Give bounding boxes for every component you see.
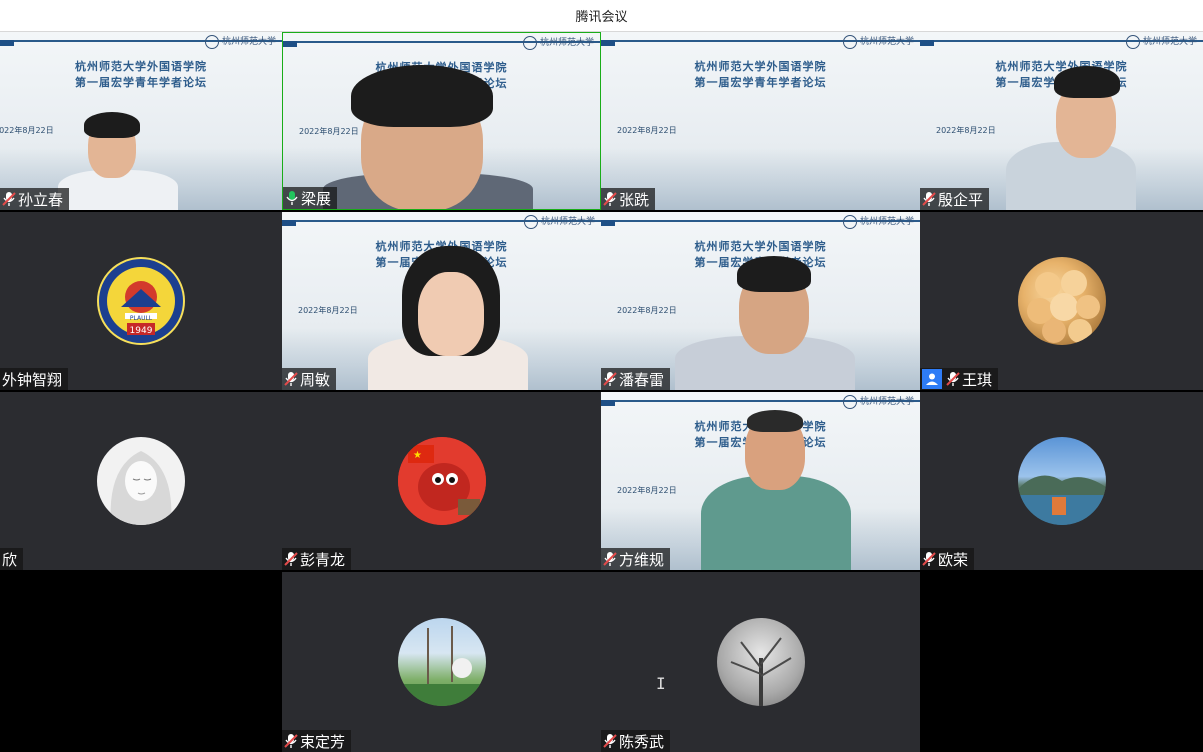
university-logo: 杭州师范大学 [204,34,276,49]
participant-label: 殷企平 [920,188,990,210]
participant-label: 王琪 [920,368,999,390]
participant-label: 潘春雷 [601,368,671,390]
participant-label: 束定芳 [282,730,352,752]
video-tile-zhong-zhixiang[interactable]: 1949 PLAULL 外钟智翔 [0,212,282,390]
mic-muted-icon [922,551,936,567]
video-grid: 杭州师范大学 杭州师范大学外国语学院 第一届宏学青年学者论坛 2022年8月22… [0,32,1203,752]
participant-label: 欣 [0,548,24,570]
window-title: 腾讯会议 [575,10,628,25]
participant-label: 周敏 [282,368,337,390]
participant-label: 陈秀武 [601,730,671,752]
video-tile-yin-qiping[interactable]: 杭州师范大学 杭州师范大学外国语学院 第一届宏学青年学者论坛 2022年8月22… [920,32,1203,210]
participant-label: 孙立春 [0,188,70,210]
mic-muted-icon [603,371,617,387]
landscape-avatar [1017,437,1106,525]
mic-muted-icon [603,191,617,207]
title-bar[interactable]: 腾讯会议 [0,0,1203,32]
video-tile-chen-xiuwu[interactable]: 陈秀武 [601,572,920,752]
empty-tile [920,572,1203,752]
slide-date: 2022年8月22日 [0,126,54,135]
video-tile-fang-weigui[interactable]: 杭州师范大学 杭州师范大学外国语学院 第一届宏学青年学者论坛 2022年8月22… [601,392,920,570]
participant-label: 欧荣 [920,548,975,570]
participant-label: 方维规 [601,548,671,570]
video-tile-xin[interactable]: 欣 [0,392,282,570]
mic-active-icon [285,190,299,206]
user-badge-icon [922,369,942,389]
mic-muted-icon [284,733,298,749]
cartoon-avatar: ★ [397,437,486,525]
slide-subtitle: 第一届宏学青年学者论坛 [75,76,207,89]
video-tile-ou-rong[interactable]: 欧荣 [920,392,1203,570]
painting-avatar [397,618,486,706]
text-cursor-icon: I [656,674,666,693]
roses-avatar [1017,257,1106,345]
video-tile-wang-qi[interactable]: 王琪 [920,212,1203,390]
video-tile-shu-dingfang[interactable]: 束定芳 [282,572,601,752]
participant-label: 外钟智翔 [0,368,69,390]
tree-avatar [716,618,805,706]
video-tile-liang-zhan[interactable]: 杭州师范大学 杭州师范大学外国语学院 第一届宏学青年学者论坛 2022年8月22… [282,32,601,210]
mic-muted-icon [922,191,936,207]
video-tile-zhang-xian[interactable]: 杭州师范大学 杭州师范大学外国语学院 第一届宏学青年学者论坛 2022年8月22… [601,32,920,210]
slide-title: 杭州师范大学外国语学院 [75,60,207,73]
empty-tile [0,572,282,752]
mic-muted-icon [603,551,617,567]
svg-text:★: ★ [413,450,422,461]
mic-muted-icon [603,733,617,749]
svg-text:PLAULL: PLAULL [130,315,153,322]
mic-muted-icon [284,551,298,567]
video-tile-zhou-min[interactable]: 杭州师范大学 杭州师范大学外国语学院 第一届宏学青年学者论坛 2022年8月22… [282,212,601,390]
participant-label: 梁展 [283,187,338,209]
svg-text:1949: 1949 [130,326,153,336]
emblem-avatar: 1949 PLAULL [97,257,185,345]
video-tile-peng-qinglong[interactable]: ★ 彭青龙 [282,392,601,570]
mic-muted-icon [2,191,16,207]
mic-muted-icon [946,371,960,387]
participant-label: 彭青龙 [282,548,352,570]
shared-slide: 杭州师范大学 杭州师范大学外国语学院 第一届宏学青年学者论坛 2022年8月22… [601,32,920,210]
mic-muted-icon [284,371,298,387]
video-tile-sun-lichun[interactable]: 杭州师范大学 杭州师范大学外国语学院 第一届宏学青年学者论坛 2022年8月22… [0,32,282,210]
video-tile-pan-chunlei[interactable]: 杭州师范大学 杭州师范大学外国语学院 第一届宏学青年学者论坛 2022年8月22… [601,212,920,390]
sketch-avatar [97,437,185,525]
participant-label: 张跣 [601,188,656,210]
